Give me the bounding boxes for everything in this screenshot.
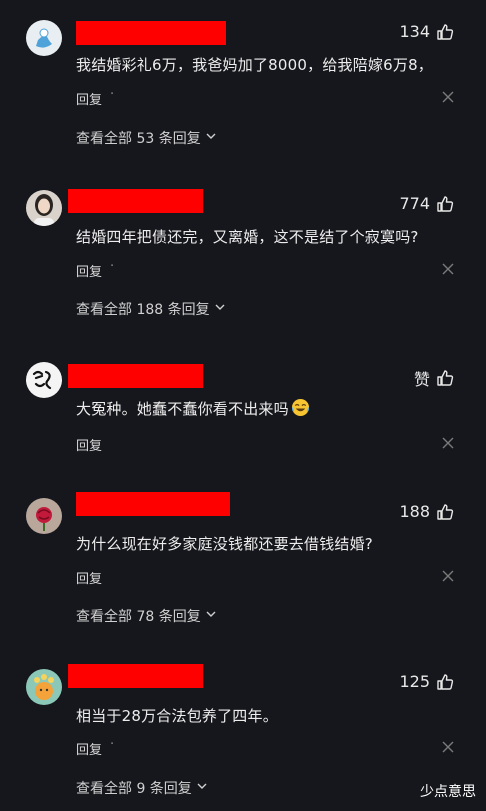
- like-button[interactable]: 125: [399, 672, 454, 691]
- comment-item: 134 我结婚彩礼6万，我爸妈加了8000，给我陪嫁6万8， 回复 · 查看全部…: [0, 0, 486, 170]
- reply-button[interactable]: 回复: [76, 568, 102, 587]
- close-icon[interactable]: [442, 741, 454, 757]
- redacted-username: [68, 364, 203, 388]
- avatar[interactable]: [26, 498, 62, 534]
- comment-item: 125 相当于28万合法包养了四年。 回复 · 查看全部 9 条回复: [0, 655, 486, 811]
- comment-item: 774 结婚四年把债还完，又离婚，这不是结了个寂寞吗? 回复 · 查看全部 18…: [0, 170, 486, 345]
- thumbs-up-icon: [436, 503, 454, 521]
- like-button[interactable]: 134: [399, 22, 454, 41]
- avatar[interactable]: [26, 362, 62, 398]
- like-count: 125: [399, 672, 430, 691]
- avatar[interactable]: [26, 190, 62, 226]
- chevron-down-icon: [205, 130, 217, 146]
- reply-row: 回复 ·: [76, 87, 454, 109]
- comment-text: 相当于28万合法包养了四年。: [76, 707, 278, 725]
- close-icon[interactable]: [442, 91, 454, 107]
- separator-dot: ·: [110, 259, 115, 274]
- like-count: 134: [399, 22, 430, 41]
- comment-text: 结婚四年把债还完，又离婚，这不是结了个寂寞吗?: [76, 228, 419, 246]
- reply-button[interactable]: 回复: [76, 261, 102, 280]
- reply-button[interactable]: 回复: [76, 89, 102, 108]
- thumbs-up-icon: [436, 195, 454, 213]
- redacted-username: [68, 664, 203, 688]
- view-all-replies-label: 查看全部 78 条回复: [76, 609, 201, 625]
- reply-row: 回复 ·: [76, 259, 454, 281]
- avatar[interactable]: [26, 669, 62, 705]
- close-icon[interactable]: [442, 570, 454, 586]
- reply-row: 回复: [76, 568, 454, 588]
- comment-item: 赞 大冤种。她蠢不蠢你看不出来吗 回复: [0, 345, 486, 485]
- like-button[interactable]: 188: [399, 502, 454, 521]
- thumbs-up-icon: [436, 369, 454, 387]
- laughing-crying-emoji-icon: [291, 398, 310, 421]
- view-all-replies-label: 查看全部 53 条回复: [76, 131, 201, 147]
- view-all-replies-label: 查看全部 188 条回复: [76, 302, 210, 318]
- view-all-replies-link[interactable]: 查看全部 188 条回复: [76, 299, 226, 319]
- view-all-replies-link[interactable]: 查看全部 9 条回复: [76, 778, 208, 798]
- separator-dot: ·: [110, 87, 115, 102]
- view-all-replies-label: 查看全部 9 条回复: [76, 781, 192, 797]
- separator-dot: ·: [110, 737, 115, 752]
- like-count: 赞: [413, 370, 430, 389]
- chevron-down-icon: [214, 301, 226, 317]
- close-icon[interactable]: [442, 437, 454, 453]
- view-all-replies-link[interactable]: 查看全部 78 条回复: [76, 606, 217, 626]
- reply-row: 回复 ·: [76, 737, 454, 759]
- thumbs-up-icon: [436, 23, 454, 41]
- like-count: 774: [399, 194, 430, 213]
- view-all-replies-link[interactable]: 查看全部 53 条回复: [76, 128, 217, 148]
- comment-text: 为什么现在好多家庭没钱都还要去借钱结婚?: [76, 535, 373, 553]
- reply-row: 回复: [76, 435, 454, 455]
- like-count: 188: [399, 502, 430, 521]
- comment-text-content: 大冤种。她蠢不蠢你看不出来吗: [76, 400, 289, 418]
- redacted-username: [76, 492, 230, 516]
- chevron-down-icon: [196, 780, 208, 796]
- thumbs-up-icon: [436, 673, 454, 691]
- redacted-username: [76, 21, 226, 45]
- like-button[interactable]: 774: [399, 194, 454, 213]
- close-icon[interactable]: [442, 263, 454, 279]
- watermark: 少点意思: [420, 784, 476, 800]
- redacted-username: [68, 189, 203, 213]
- like-button[interactable]: 赞: [414, 366, 454, 390]
- avatar[interactable]: [26, 20, 62, 56]
- reply-button[interactable]: 回复: [76, 435, 102, 454]
- comment-text: 大冤种。她蠢不蠢你看不出来吗: [76, 398, 310, 421]
- comment-text: 我结婚彩礼6万，我爸妈加了8000，给我陪嫁6万8，: [76, 56, 434, 74]
- comment-item: 188 为什么现在好多家庭没钱都还要去借钱结婚? 回复 查看全部 78 条回复: [0, 485, 486, 655]
- chevron-down-icon: [205, 608, 217, 624]
- reply-button[interactable]: 回复: [76, 739, 102, 758]
